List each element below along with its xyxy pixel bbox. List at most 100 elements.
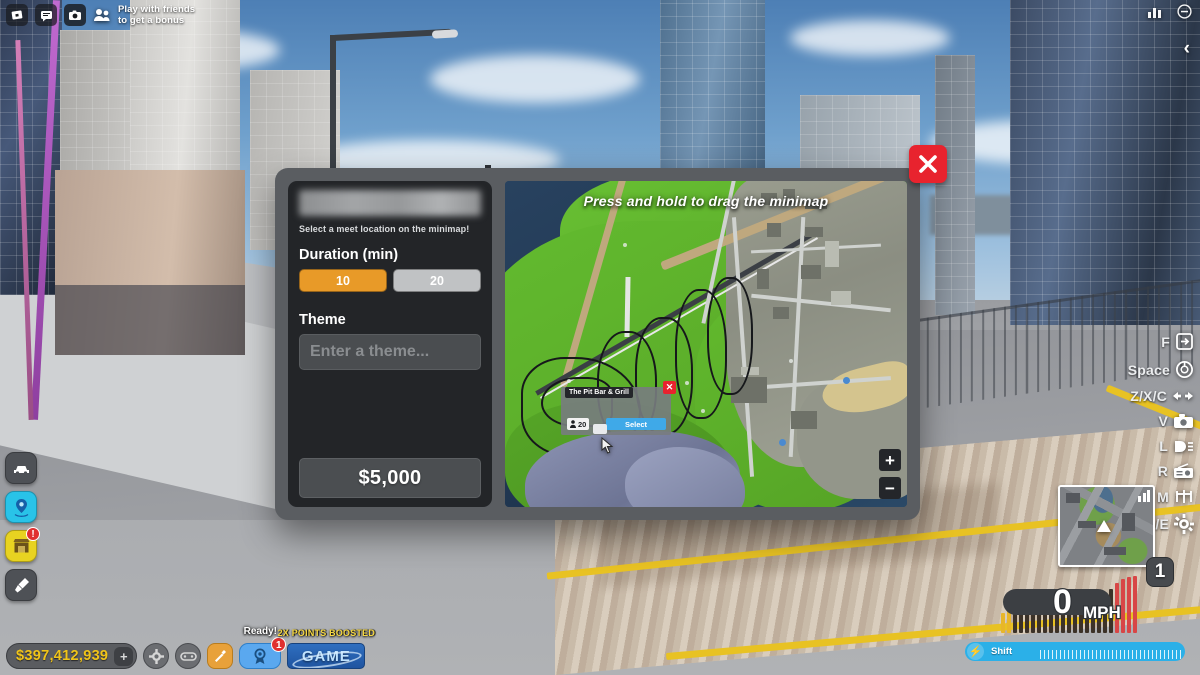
add-money-button[interactable]: + (114, 646, 134, 666)
enter-door-icon (1175, 332, 1194, 351)
poi-select-label: Select (624, 419, 648, 429)
cloud (430, 55, 640, 103)
gear-settings-icon (1174, 514, 1194, 534)
map-poi-dot (623, 243, 627, 247)
gamepad-icon (180, 652, 197, 661)
map-building (757, 269, 769, 289)
map-road (624, 276, 631, 338)
keybind-row-look: Z/X/C (1130, 388, 1194, 404)
minimap-building (1104, 547, 1126, 555)
wrench-icon (215, 650, 227, 662)
gear-number: 1 (1154, 561, 1166, 582)
street-lamp-head (431, 29, 459, 39)
map-zoom-out-button[interactable]: − (879, 477, 901, 499)
meet-location-map[interactable]: Press and hold to drag the minimap The P… (505, 181, 907, 507)
poi-select-button[interactable]: Select (606, 418, 666, 430)
signal-bars-icon[interactable] (1148, 5, 1163, 23)
keybind-key: L (1159, 438, 1168, 454)
roblox-logo-icon[interactable] (6, 4, 28, 26)
building (935, 55, 975, 315)
map-poi-dot (843, 377, 850, 384)
sidebar-item-teleport-locations[interactable] (5, 491, 37, 523)
award-ribbon-icon (254, 648, 266, 664)
friends-prompt-line2: to get a bonus (118, 15, 185, 26)
minimap-building (1066, 493, 1080, 503)
friends-icon (94, 9, 110, 21)
map-poi-card: The Pit Bar & Grill ✕ 20 Select (561, 381, 676, 435)
chat-icon[interactable] (35, 4, 57, 26)
minimap[interactable] (1058, 485, 1155, 567)
map-poi-dot (789, 359, 793, 363)
keybind-row-enter: F (1161, 332, 1194, 351)
theme-placeholder: Enter a theme... (310, 343, 430, 360)
boost-notches (1039, 650, 1181, 659)
map-building (767, 223, 781, 237)
minus-circle-icon[interactable] (1177, 4, 1192, 24)
keybind-row-radio: R (1158, 463, 1194, 479)
poi-name: The Pit Bar & Grill (565, 387, 633, 398)
keybind-key: Space (1127, 361, 1170, 378)
tools-button[interactable] (207, 643, 234, 669)
map-race-track (707, 277, 753, 395)
money-display[interactable]: $397,412,939 + (6, 643, 138, 669)
duration-option-20[interactable]: 20 (393, 269, 481, 292)
poi-remove-button[interactable]: ✕ (663, 381, 676, 394)
speed-value: 0 (1052, 583, 1073, 621)
money-amount: $397,412,939 (16, 648, 109, 664)
boost-game-tile[interactable]: GAME (287, 643, 366, 669)
create-meet-price-button[interactable]: $5,000 (299, 458, 481, 498)
duration-option-10[interactable]: 10 (299, 269, 387, 292)
friends-prompt-line1: Play with friends (118, 4, 196, 15)
look-left-right-icon (1172, 390, 1194, 402)
close-button[interactable] (909, 145, 947, 183)
keybind-row-headlights: L (1159, 438, 1194, 454)
meet-title-redacted (299, 190, 481, 216)
map-poi-dot (685, 381, 689, 385)
map-building (831, 291, 851, 305)
sidebar-item-customization-paint[interactable] (5, 569, 37, 601)
map-zoom-controls: + − (879, 449, 901, 499)
map-drag-hint: Press and hold to drag the minimap (583, 193, 829, 209)
gear-icon (148, 648, 164, 664)
map-building (805, 227, 823, 237)
ready-notification-badge: 1 (271, 637, 287, 652)
keybind-key: F (1161, 333, 1170, 350)
map-zoom-in-button[interactable]: + (879, 449, 901, 471)
boost-meter: ⚡ Shift (965, 642, 1185, 661)
map-building (773, 307, 789, 319)
collapse-chevron-icon[interactable]: ‹ (1184, 38, 1190, 60)
close-icon (919, 155, 937, 173)
camera-icon[interactable] (64, 4, 86, 26)
boost-promo: 2X POINTS BOOSTED GAME (278, 628, 375, 669)
duration-options: 10 20 (299, 269, 481, 292)
handbrake-icon (1175, 360, 1194, 379)
building (55, 170, 245, 355)
boost-label: 2X POINTS BOOSTED (277, 628, 376, 638)
map-building (801, 265, 821, 279)
headlights-icon (1173, 439, 1194, 454)
roblox-topbar-left: Play with friends to get a bonus (6, 4, 195, 26)
minimap-building (1122, 513, 1135, 531)
roblox-topbar-right (1148, 4, 1192, 24)
poi-player-count: 20 (567, 418, 590, 430)
controller-button[interactable] (175, 643, 202, 669)
keybind-key: R (1157, 463, 1168, 479)
boost-key-label: Shift (991, 646, 1013, 657)
meet-subtitle: Select a meet location on the minimap! (299, 224, 470, 234)
theme-input[interactable]: Enter a theme... (299, 334, 481, 370)
skyscraper (1010, 0, 1200, 325)
settings-button[interactable] (143, 643, 170, 669)
sidebar-item-dealership-shop[interactable]: ! (5, 527, 40, 562)
sidebar-item-vehicle-garage[interactable] (5, 452, 37, 484)
minimap-signal-icon (1138, 490, 1150, 502)
ready-label: Ready! (243, 626, 277, 637)
lightning-bolt-icon: ⚡ (967, 643, 984, 660)
player-arrow-icon (1096, 520, 1111, 532)
friends-bonus-prompt: Play with friends to get a bonus (118, 4, 195, 26)
minimap-building (1078, 521, 1096, 528)
speedometer: 0 MPH ⚡ Shift (965, 575, 1190, 667)
bottom-hud: $397,412,939 + Ready! 1 2X POINTS BOOSTE… (6, 626, 375, 669)
ready-button[interactable]: 1 (239, 637, 287, 669)
create-meet-dialog: Select a meet location on the minimap! D… (275, 145, 947, 520)
car-icon (13, 466, 29, 475)
